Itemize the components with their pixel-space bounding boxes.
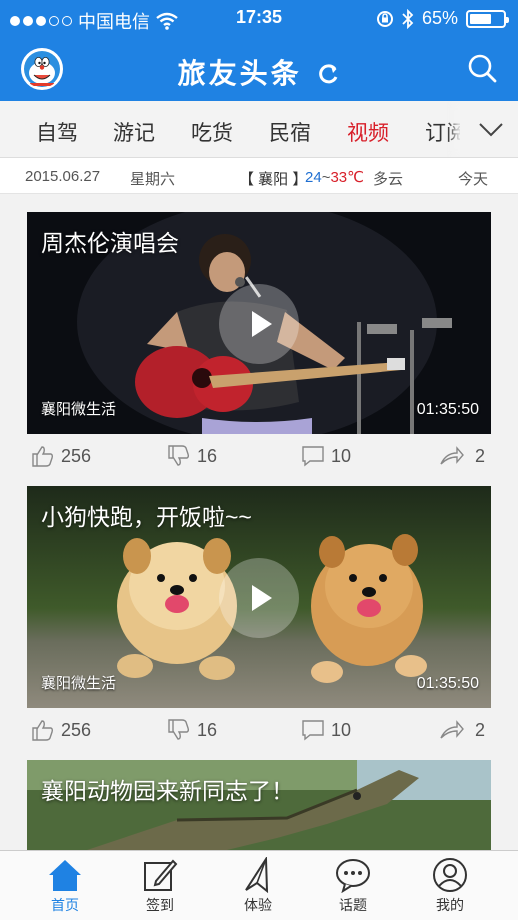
status-bar: 中国电信 17:35 65% [0, 0, 518, 36]
nav-topics-label: 话题 [339, 897, 367, 913]
date-weather-bar: 2015.06.27 星期六 【 襄阳 】 24~33℃ 多云 今天 [0, 158, 518, 194]
nav-checkin-label: 签到 [146, 897, 174, 913]
dislike-button[interactable]: 16 [167, 718, 217, 742]
nav-checkin[interactable]: 签到 [125, 857, 195, 915]
bluetooth-icon [402, 8, 414, 29]
search-icon [468, 54, 497, 83]
chevron-down-icon [479, 123, 503, 137]
more-categories-button[interactable] [460, 101, 518, 157]
share-button[interactable]: 2 [435, 718, 485, 742]
like-count: 256 [61, 445, 92, 466]
dislike-button[interactable]: 16 [167, 444, 217, 468]
bottom-nav: 首页 签到 体验 话题 我的 [0, 850, 518, 920]
weekday-text: 星期六 [130, 171, 176, 188]
like-count: 256 [61, 719, 92, 740]
video-card[interactable]: 小狗快跑，开饭啦~~ 襄阳微生活 01:35:50 256 16 10 2 [27, 486, 491, 756]
dislike-count: 16 [197, 719, 218, 740]
video-title: 襄阳动物园来新同志了！ [41, 778, 294, 804]
thumbs-up-icon [32, 720, 54, 741]
comment-count: 10 [331, 719, 352, 740]
video-source: 襄阳微生活 [41, 401, 117, 418]
like-button[interactable]: 256 [31, 718, 91, 742]
date-text: 2015.06.27 [25, 168, 101, 185]
card-actions: 256 16 10 2 [27, 712, 491, 756]
today-link[interactable]: 今天 [458, 168, 488, 189]
app-title: 旅友头条 [0, 52, 518, 92]
nav-mine-label: 我的 [436, 897, 464, 913]
search-button[interactable] [466, 52, 498, 84]
comment-count: 10 [331, 445, 352, 466]
video-card[interactable]: 襄阳动物园来新同志了！ [27, 760, 491, 850]
play-button[interactable] [219, 558, 299, 638]
video-title: 周杰伦演唱会 [41, 230, 179, 256]
video-source: 襄阳微生活 [41, 675, 117, 692]
tab-homestay[interactable]: 民宿 [269, 117, 311, 147]
video-title: 小狗快跑，开饭啦~~ [41, 504, 252, 530]
nav-home[interactable]: 首页 [30, 857, 100, 915]
tab-travel-notes[interactable]: 游记 [113, 117, 155, 147]
video-thumbnail[interactable]: 周杰伦演唱会 襄阳微生活 01:35:50 [27, 212, 491, 434]
thumbs-up-icon [32, 446, 54, 467]
nav-mine[interactable]: 我的 [415, 857, 485, 915]
chat-bubble-icon [336, 859, 370, 893]
city-text: 【 襄阳 】 [239, 171, 308, 188]
share-count: 2 [475, 445, 486, 466]
battery-icon [466, 9, 509, 28]
tab-self-drive[interactable]: 自驾 [36, 117, 78, 147]
home-icon [49, 860, 81, 891]
card-actions: 256 16 10 2 [27, 438, 491, 482]
thumbs-down-icon [168, 719, 190, 740]
share-icon [440, 720, 464, 739]
comment-button[interactable]: 10 [301, 718, 351, 742]
dislike-count: 16 [197, 445, 218, 466]
video-thumbnail[interactable]: 襄阳动物园来新同志了！ [27, 760, 491, 850]
paper-plane-icon [245, 857, 269, 893]
battery-percent: 65% [421, 8, 458, 28]
share-button[interactable]: 2 [435, 444, 485, 468]
orientation-lock-icon [376, 10, 393, 27]
tab-video[interactable]: 视频 [347, 117, 389, 147]
nav-topics[interactable]: 话题 [318, 857, 388, 915]
share-icon [440, 446, 464, 465]
temp-high: 33℃ [330, 169, 364, 186]
video-thumbnail[interactable]: 小狗快跑，开饭啦~~ 襄阳微生活 01:35:50 [27, 486, 491, 708]
video-duration: 01:35:50 [416, 675, 479, 692]
comment-icon [302, 720, 324, 741]
category-tabs: 自驾 游记 吃货 民宿 视频 订阅 [0, 101, 518, 158]
thumbs-down-icon [168, 445, 190, 466]
nav-experience-label: 体验 [244, 897, 272, 913]
comment-icon [302, 446, 324, 467]
nav-experience[interactable]: 体验 [223, 857, 293, 915]
top-bar: 中国电信 17:35 65% 旅友头条 [0, 0, 518, 101]
user-icon [433, 858, 467, 892]
checkin-icon [144, 859, 178, 891]
play-button[interactable] [219, 284, 299, 364]
nav-home-label: 首页 [51, 897, 79, 913]
status-right: 65% [376, 8, 509, 29]
app-title-text: 旅友头条 [177, 57, 302, 90]
temp-low: 24 [305, 169, 322, 186]
tab-foodie[interactable]: 吃货 [191, 117, 233, 147]
comment-button[interactable]: 10 [301, 444, 351, 468]
temperature: 24~33℃ [305, 168, 364, 186]
share-count: 2 [475, 719, 486, 740]
weather-text: 多云 [373, 171, 404, 188]
video-card[interactable]: 周杰伦演唱会 襄阳微生活 01:35:50 256 16 10 2 [27, 212, 491, 482]
video-duration: 01:35:50 [416, 401, 479, 418]
like-button[interactable]: 256 [31, 444, 91, 468]
refresh-icon[interactable] [318, 63, 340, 85]
